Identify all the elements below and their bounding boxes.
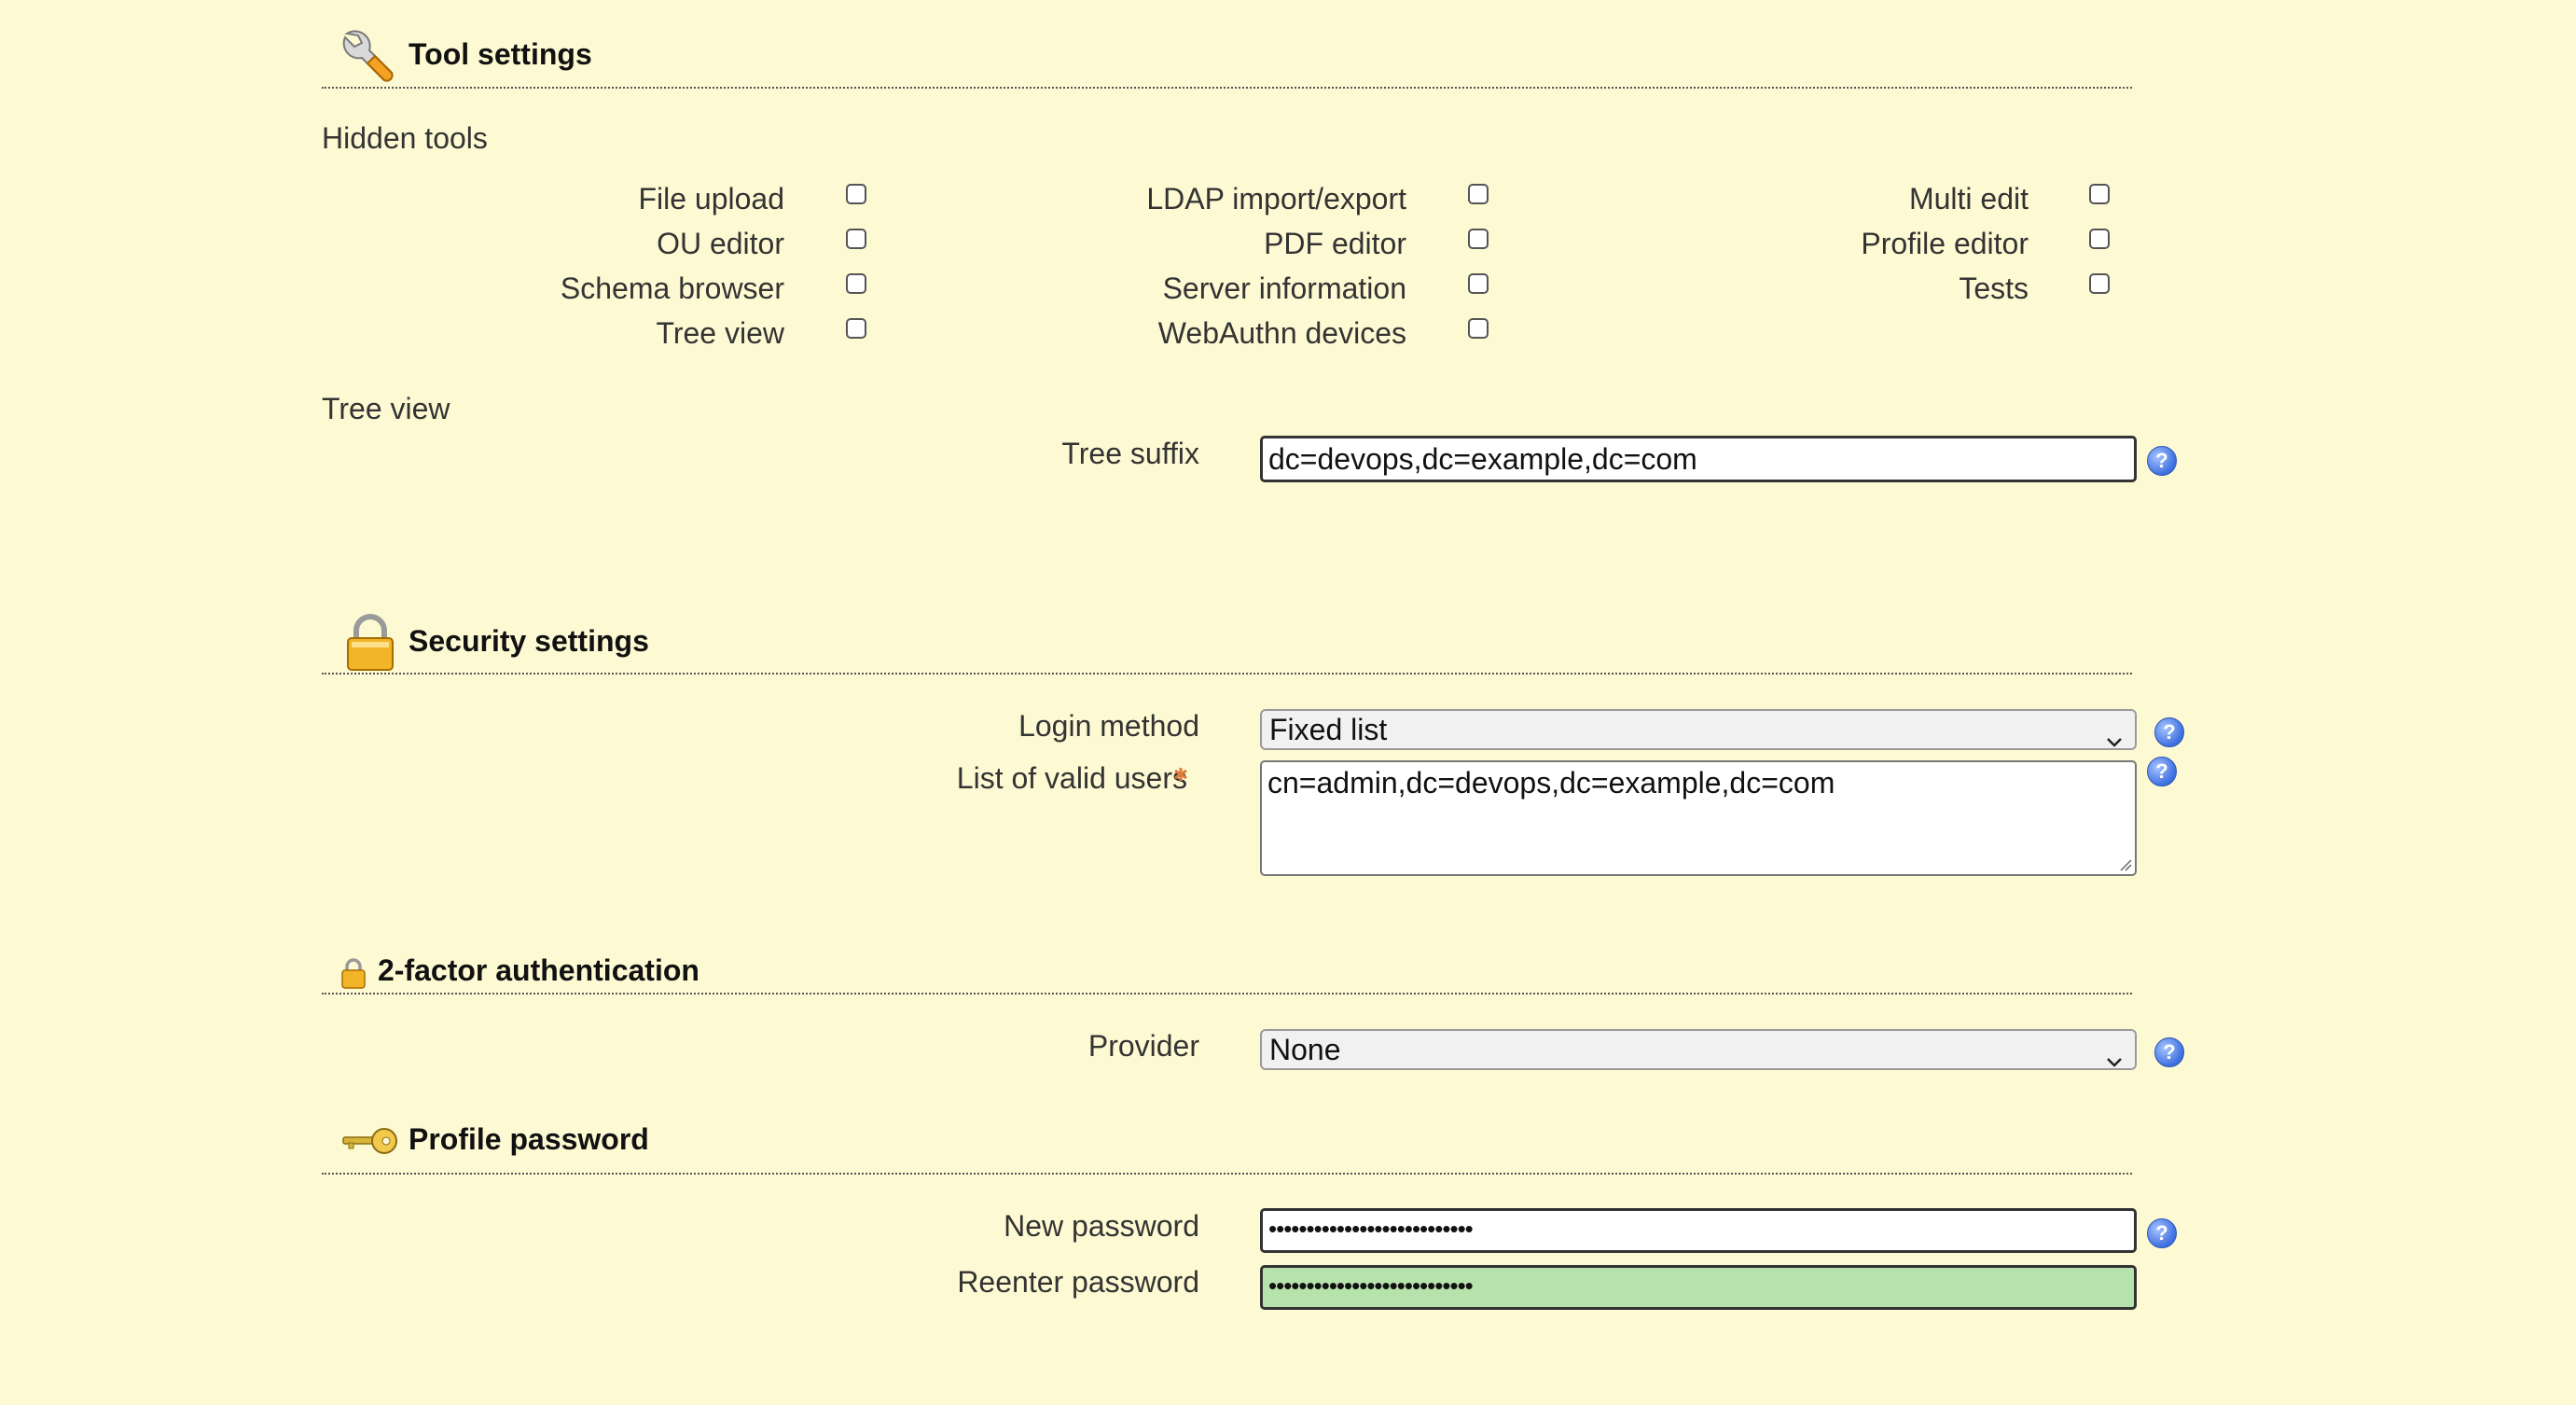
checkbox-ou-editor[interactable] <box>846 229 866 249</box>
provider-value: None <box>1269 1033 1341 1066</box>
login-method-value: Fixed list <box>1269 713 1388 746</box>
profile-password-divider <box>322 1173 2132 1175</box>
tool-label-server-information: Server information <box>1162 271 1406 305</box>
valid-users-label: List of valid users <box>956 761 1187 795</box>
provider-select[interactable]: None <box>1260 1029 2137 1070</box>
tool-label-ldap-import-export: LDAP import/export <box>1146 182 1406 216</box>
tool-label-schema-browser: Schema browser <box>560 271 784 305</box>
tool-label-tree-view: Tree view <box>656 316 784 350</box>
valid-users-textarea[interactable]: cn=admin,dc=devops,dc=example,dc=com <box>1260 760 2137 876</box>
checkbox-webauthn-devices[interactable] <box>1468 318 1489 339</box>
checkbox-tree-view[interactable] <box>846 318 866 339</box>
checkbox-ldap-import-export[interactable] <box>1468 184 1489 204</box>
tool-label-pdf-editor: PDF editor <box>1264 227 1406 260</box>
login-method-help-icon[interactable]: ? <box>2154 717 2184 747</box>
chevron-down-icon <box>2105 722 2124 757</box>
checkbox-schema-browser[interactable] <box>846 273 866 294</box>
two-factor-title: 2-factor authentication <box>378 953 699 987</box>
tool-label-multi-edit: Multi edit <box>1908 182 2029 216</box>
security-settings-divider <box>322 673 2132 675</box>
checkbox-server-information[interactable] <box>1468 273 1489 294</box>
checkbox-profile-editor[interactable] <box>2089 229 2110 249</box>
reenter-password-input[interactable]: ••••••••••••••••••••••••••• <box>1260 1265 2137 1310</box>
small-padlock-icon <box>339 956 367 995</box>
tool-label-tests: Tests <box>1959 271 2029 305</box>
new-password-label: New password <box>1004 1209 1199 1243</box>
checkbox-multi-edit[interactable] <box>2089 184 2110 204</box>
checkbox-pdf-editor[interactable] <box>1468 229 1489 249</box>
required-asterisk-icon <box>1173 767 1188 786</box>
tool-settings-divider <box>322 87 2132 89</box>
tree-suffix-help-icon[interactable]: ? <box>2147 446 2177 476</box>
new-password-help-icon[interactable]: ? <box>2147 1218 2177 1248</box>
hidden-tools-label: Hidden tools <box>322 121 488 155</box>
profile-password-title: Profile password <box>409 1122 649 1156</box>
chevron-down-icon <box>2105 1042 2124 1077</box>
tool-label-webauthn-devices: WebAuthn devices <box>1157 316 1406 350</box>
provider-help-icon[interactable]: ? <box>2154 1037 2184 1067</box>
padlock-icon <box>343 612 397 678</box>
valid-users-help-icon[interactable]: ? <box>2147 757 2177 786</box>
reenter-password-label: Reenter password <box>957 1265 1199 1299</box>
tree-view-section-label: Tree view <box>322 392 450 425</box>
tree-suffix-input[interactable]: dc=devops,dc=example,dc=com <box>1260 436 2137 482</box>
checkbox-file-upload[interactable] <box>846 184 866 204</box>
key-icon <box>341 1125 399 1162</box>
login-method-label: Login method <box>1018 709 1199 743</box>
tool-label-file-upload: File upload <box>638 182 784 216</box>
tree-suffix-label: Tree suffix <box>1061 437 1199 470</box>
tool-label-profile-editor: Profile editor <box>1861 227 2029 260</box>
login-method-select[interactable]: Fixed list <box>1260 709 2137 750</box>
wrench-icon <box>338 26 399 92</box>
new-password-input[interactable]: ••••••••••••••••••••••••••• <box>1260 1208 2137 1253</box>
provider-label: Provider <box>1087 1029 1199 1063</box>
tool-label-ou-editor: OU editor <box>657 227 784 260</box>
two-factor-divider <box>322 993 2132 995</box>
resize-grip-icon[interactable] <box>2119 858 2132 876</box>
tool-settings-title: Tool settings <box>409 37 592 71</box>
security-settings-title: Security settings <box>409 624 649 658</box>
checkbox-tests[interactable] <box>2089 273 2110 294</box>
